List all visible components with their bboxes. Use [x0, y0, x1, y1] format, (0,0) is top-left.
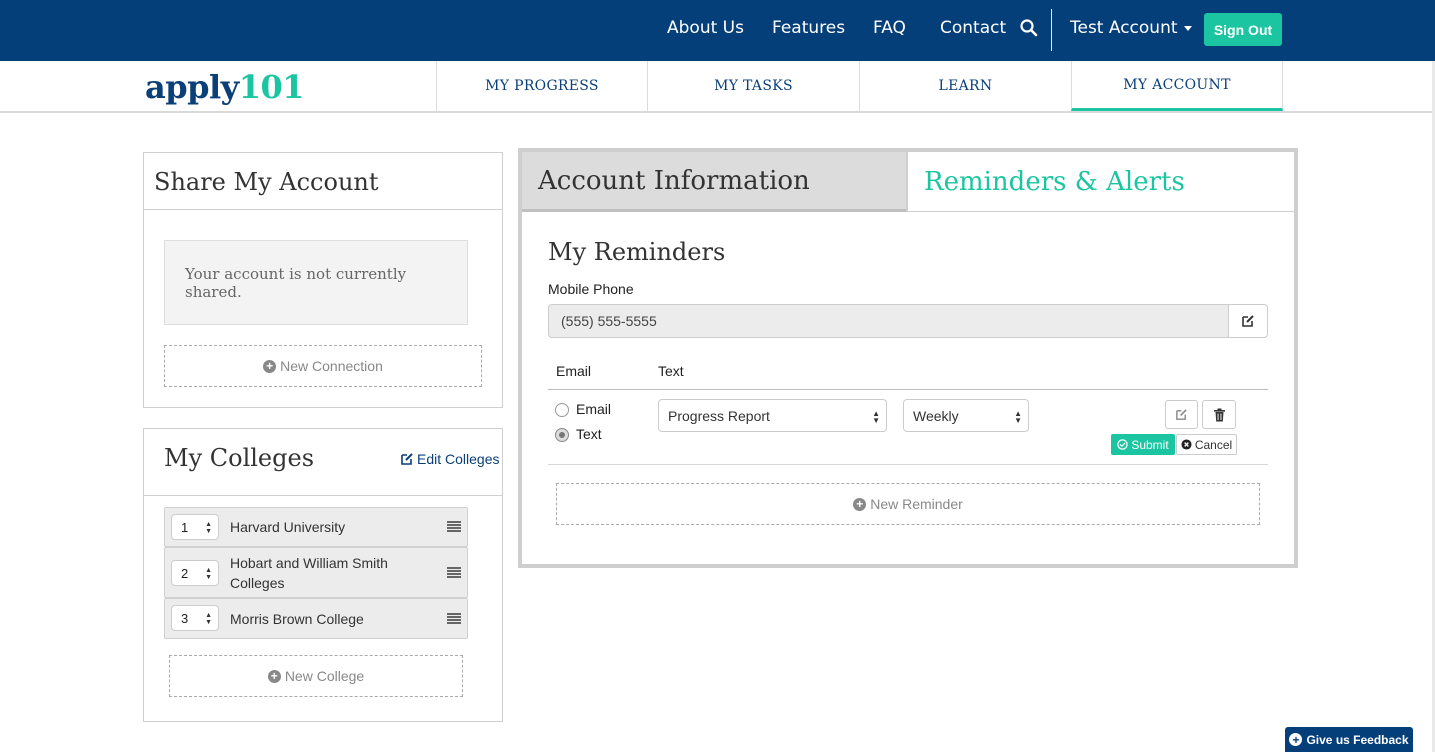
nav-about-us[interactable]: About Us	[667, 18, 744, 38]
list-item[interactable]: 1 ▲ ▼ Harvard University	[164, 507, 468, 547]
edit-icon	[401, 453, 413, 465]
up-down-arrows-icon: ▲ ▼	[205, 521, 212, 535]
new-reminder-button[interactable]: + New Reminder	[556, 483, 1260, 525]
college-name: Hobart and William Smith Colleges	[230, 555, 388, 591]
account-dropdown[interactable]: Test Account	[1070, 18, 1192, 38]
plus-circle-icon: +	[853, 497, 867, 511]
reminder-frequency-select[interactable]: Weekly ▲ ▼	[903, 399, 1029, 432]
divider	[144, 209, 502, 210]
edit-reminder-button[interactable]	[1165, 400, 1198, 429]
drag-handle-icon[interactable]	[447, 567, 461, 579]
plus-circle-icon: +	[263, 359, 277, 373]
column-header-text: Text	[658, 363, 684, 379]
college-name: Morris Brown College	[230, 611, 364, 627]
search-icon[interactable]	[1019, 18, 1039, 38]
nav-faq[interactable]: FAQ	[873, 18, 906, 38]
edit-icon	[1176, 409, 1187, 420]
cancel-reminder-button[interactable]: Cancel	[1176, 434, 1237, 455]
tab-my-progress[interactable]: MY PROGRESS	[436, 61, 647, 111]
up-down-arrows-icon: ▲ ▼	[872, 409, 880, 425]
my-reminders-title: My Reminders	[548, 238, 726, 266]
divider	[548, 464, 1268, 465]
tab-account-information[interactable]: Account Information	[522, 152, 906, 212]
edit-icon	[1242, 315, 1254, 327]
close-circle-icon	[1181, 439, 1192, 450]
divider	[548, 389, 1268, 390]
rank-select[interactable]: 2 ▲ ▼	[171, 560, 219, 586]
give-feedback-button[interactable]: + Give us Feedback	[1285, 727, 1413, 752]
rank-select[interactable]: 3 ▲ ▼	[171, 605, 219, 631]
nav-features[interactable]: Features	[772, 18, 845, 38]
radio-email[interactable]	[555, 403, 569, 417]
radio-text[interactable]	[555, 428, 569, 442]
edit-phone-button[interactable]	[1228, 304, 1268, 338]
share-account-title: Share My Account	[154, 168, 379, 196]
list-item[interactable]: 3 ▲ ▼ Morris Brown College	[164, 598, 468, 639]
drag-handle-icon[interactable]	[447, 521, 461, 533]
submit-reminder-button[interactable]: Submit	[1111, 434, 1175, 455]
up-down-arrows-icon: ▲ ▼	[1014, 409, 1022, 425]
nav-contact[interactable]: Contact	[940, 18, 1006, 38]
sign-out-button[interactable]: Sign Out	[1204, 13, 1282, 46]
tab-my-tasks[interactable]: MY TASKS	[647, 61, 859, 111]
nav-divider	[1051, 9, 1052, 51]
up-down-arrows-icon: ▲ ▼	[205, 612, 212, 626]
divider	[144, 495, 502, 496]
radio-text-label: Text	[576, 426, 602, 442]
check-circle-icon	[1117, 439, 1129, 450]
up-down-arrows-icon: ▲ ▼	[205, 567, 212, 581]
mobile-phone-label: Mobile Phone	[548, 281, 634, 297]
divider	[906, 211, 1294, 212]
caret-down-icon	[1183, 25, 1192, 31]
share-status-message: Your account is not currently shared.	[164, 240, 468, 325]
delete-reminder-button[interactable]	[1202, 400, 1236, 429]
mobile-phone-input[interactable]: (555) 555-5555	[548, 304, 1230, 338]
my-colleges-title: My Colleges	[164, 444, 315, 472]
tab-reminders-alerts[interactable]: Reminders & Alerts	[906, 152, 1294, 212]
college-name: Harvard University	[230, 519, 346, 535]
list-item[interactable]: 2 ▲ ▼ Hobart and William Smith Colleges	[164, 547, 468, 598]
new-college-button[interactable]: + New College	[169, 655, 463, 697]
column-header-email: Email	[556, 363, 592, 379]
drag-handle-icon[interactable]	[447, 613, 461, 625]
account-label: Test Account	[1070, 18, 1178, 38]
tab-my-account[interactable]: MY ACCOUNT	[1071, 61, 1283, 111]
edit-colleges-link[interactable]: Edit Colleges	[400, 451, 500, 467]
new-connection-button[interactable]: + New Connection	[164, 345, 482, 387]
plus-circle-icon: +	[1289, 733, 1303, 746]
apply101-logo[interactable]: apply101	[145, 68, 305, 106]
tab-learn[interactable]: LEARN	[859, 61, 1071, 111]
trash-icon	[1213, 408, 1225, 421]
reminder-type-select[interactable]: Progress Report ▲ ▼	[658, 399, 887, 432]
plus-circle-icon: +	[267, 669, 281, 683]
rank-select[interactable]: 1 ▲ ▼	[171, 514, 219, 540]
radio-email-label: Email	[576, 401, 612, 417]
